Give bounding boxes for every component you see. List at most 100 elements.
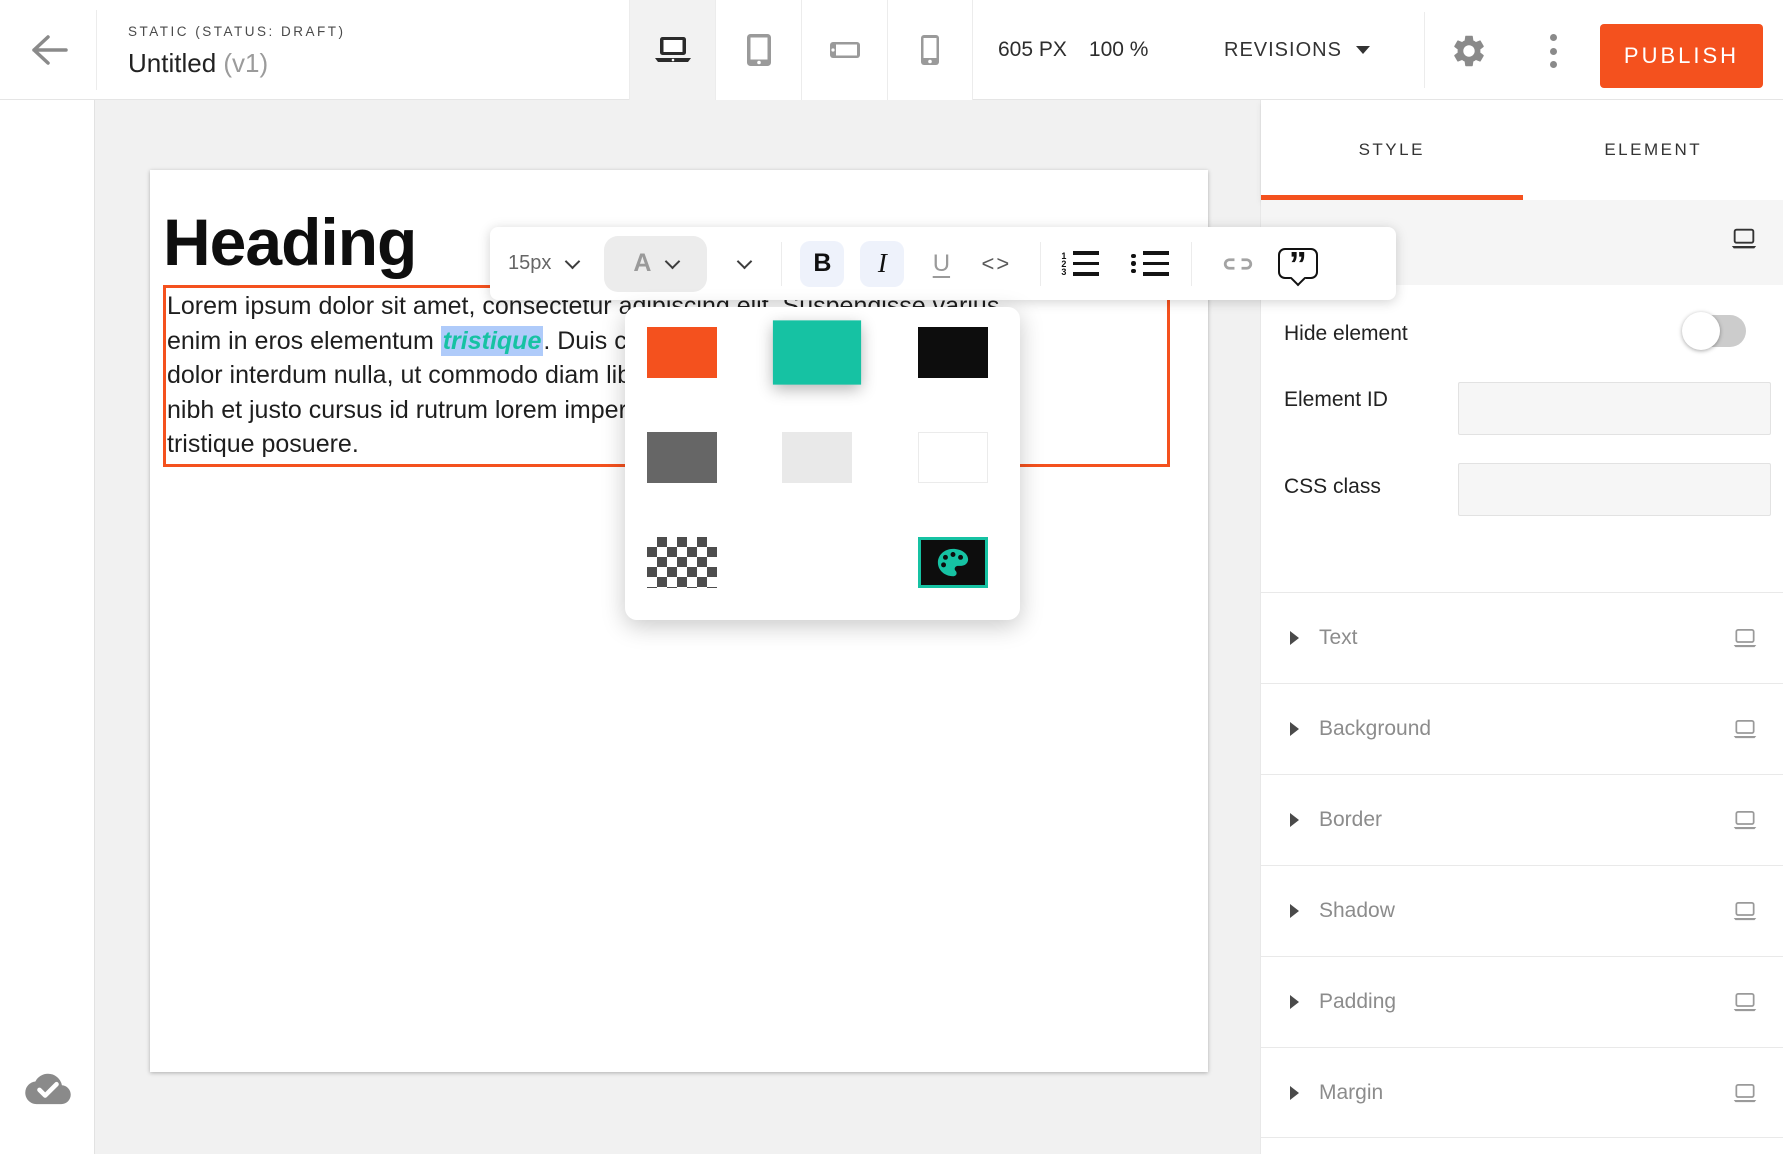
transparent-checker-swatch[interactable] xyxy=(647,537,717,588)
device-phone-landscape-button[interactable] xyxy=(801,0,887,100)
save-status-indicator xyxy=(25,1070,71,1106)
toolbar-divider xyxy=(781,242,782,286)
bullet-list-icon xyxy=(1131,254,1136,274)
page-status-label: STATIC (STATUS: DRAFT) xyxy=(128,24,346,39)
teal-swatch[interactable] xyxy=(773,320,861,384)
link-icon xyxy=(1221,255,1255,273)
page-heading[interactable]: Heading xyxy=(163,200,416,284)
accordion-label: Padding xyxy=(1319,990,1396,1014)
arrow-left-icon xyxy=(26,30,70,70)
bullet-list-button[interactable] xyxy=(1131,251,1169,276)
phone-landscape-icon xyxy=(829,41,861,59)
white-swatch[interactable] xyxy=(918,432,988,483)
chevron-down-icon xyxy=(565,253,581,269)
accordion-margin[interactable]: Margin xyxy=(1261,1047,1783,1138)
ordered-list-button[interactable]: 123 xyxy=(1061,251,1099,276)
text-color-dropdown[interactable]: A xyxy=(604,236,707,292)
custom-palette-swatch[interactable] xyxy=(918,537,988,588)
cloud-check-icon xyxy=(25,1070,71,1106)
quote-button[interactable]: ” xyxy=(1278,248,1318,279)
settings-button[interactable] xyxy=(1450,32,1490,72)
tablet-icon xyxy=(746,33,772,67)
laptop-breakpoint-icon[interactable] xyxy=(1732,628,1758,654)
chevron-right-icon xyxy=(1290,995,1299,1009)
italic-button[interactable]: I xyxy=(860,241,904,287)
black-swatch[interactable] xyxy=(918,327,988,378)
code-button[interactable]: <> xyxy=(974,251,1018,277)
toolbar-divider xyxy=(1191,242,1192,286)
gear-icon xyxy=(1450,32,1488,70)
accordion-label: Border xyxy=(1319,808,1382,832)
laptop-breakpoint-icon[interactable] xyxy=(1732,810,1758,836)
revisions-dropdown[interactable]: REVISIONS xyxy=(1224,0,1370,100)
selected-word-highlight: tristique xyxy=(441,326,544,356)
bold-button[interactable]: B xyxy=(800,241,844,287)
accordion-label: Shadow xyxy=(1319,899,1395,923)
dark-gray-swatch[interactable] xyxy=(647,432,717,483)
highlight-color-dropdown[interactable] xyxy=(729,261,759,267)
accordion-label: Margin xyxy=(1319,1081,1383,1105)
tab-element[interactable]: ELEMENT xyxy=(1523,100,1783,200)
color-picker-popup xyxy=(625,307,1020,620)
chevron-right-icon xyxy=(1290,631,1299,645)
revisions-label: REVISIONS xyxy=(1224,39,1342,62)
link-button[interactable] xyxy=(1218,255,1258,273)
tab-style[interactable]: STYLE xyxy=(1261,100,1523,200)
chevron-down-icon xyxy=(665,253,681,269)
paragraph-text: enim in eros elementum xyxy=(167,327,441,355)
highlighted-word: tristique xyxy=(443,327,542,355)
canvas-width-value: 605 PX xyxy=(998,38,1067,62)
light-gray-swatch[interactable] xyxy=(782,432,852,483)
chevron-right-icon xyxy=(1290,722,1299,736)
palette-icon xyxy=(934,546,972,580)
accordion-label: Text xyxy=(1319,626,1358,650)
ordered-list-icon: 123 xyxy=(1061,252,1066,276)
chevron-right-icon xyxy=(1290,1086,1299,1100)
orange-swatch[interactable] xyxy=(647,327,717,378)
accordion-label: Background xyxy=(1319,717,1431,741)
left-toolbar-rail xyxy=(0,100,95,1154)
device-tablet-button[interactable] xyxy=(715,0,801,100)
header-divider xyxy=(96,10,97,90)
laptop-breakpoint-icon[interactable] xyxy=(1732,992,1758,1018)
font-size-value: 15px xyxy=(508,252,551,275)
text-color-label: A xyxy=(633,249,651,278)
chevron-right-icon xyxy=(1290,904,1299,918)
accordion-padding[interactable]: Padding xyxy=(1261,956,1783,1047)
device-phone-button[interactable] xyxy=(887,0,973,100)
hide-element-toggle[interactable] xyxy=(1685,315,1746,347)
underline-button[interactable]: U xyxy=(926,250,956,278)
accordion-border[interactable]: Border xyxy=(1261,774,1783,865)
kebab-icon xyxy=(1550,34,1557,41)
laptop-breakpoint-icon[interactable] xyxy=(1730,228,1758,255)
device-desktop-button[interactable] xyxy=(629,0,715,100)
laptop-breakpoint-icon[interactable] xyxy=(1732,901,1758,927)
quote-icon: ” xyxy=(1289,250,1307,280)
laptop-breakpoint-icon[interactable] xyxy=(1732,719,1758,745)
back-button[interactable] xyxy=(26,30,70,70)
css-class-input[interactable] xyxy=(1458,463,1771,516)
css-class-label: CSS class xyxy=(1284,475,1381,499)
hide-element-label: Hide element xyxy=(1284,322,1408,346)
panel-tabs: STYLE ELEMENT xyxy=(1261,100,1783,200)
toggle-knob xyxy=(1682,312,1720,350)
publish-button[interactable]: PUBLISH xyxy=(1600,24,1763,88)
rich-text-toolbar: 15px A B I U <> 123 ” xyxy=(490,227,1396,300)
device-preview-group xyxy=(629,0,973,100)
accordion-text[interactable]: Text xyxy=(1261,592,1783,683)
font-size-dropdown[interactable]: 15px xyxy=(508,252,578,275)
page-title-text: Untitled xyxy=(128,48,216,78)
laptop-breakpoint-icon[interactable] xyxy=(1732,1083,1758,1109)
element-id-input[interactable] xyxy=(1458,382,1771,435)
accordion-background[interactable]: Background xyxy=(1261,683,1783,774)
header-divider xyxy=(1424,12,1425,88)
canvas-zoom-value: 100 % xyxy=(1089,38,1149,62)
element-id-label: Element ID xyxy=(1284,388,1388,412)
page-version: (v1) xyxy=(223,48,268,78)
chevron-right-icon xyxy=(1290,813,1299,827)
caret-down-icon xyxy=(1356,46,1370,54)
phone-icon xyxy=(920,34,940,66)
more-options-button[interactable] xyxy=(1548,34,1558,68)
accordion-shadow[interactable]: Shadow xyxy=(1261,865,1783,956)
chevron-down-icon xyxy=(737,253,753,269)
